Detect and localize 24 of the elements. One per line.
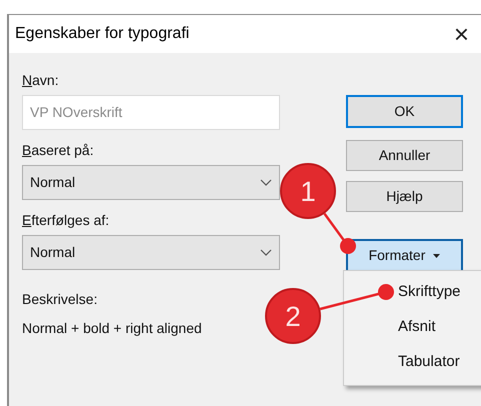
callout-pointer — [323, 212, 356, 254]
caret-icon — [433, 254, 440, 258]
callout-number: 1 — [300, 176, 316, 207]
style-dropdown[interactable]: Normal — [22, 165, 280, 200]
field-label: Efterfølges af: — [22, 211, 110, 229]
field-label: Baseret på: — [22, 141, 95, 159]
callout-badge — [265, 288, 321, 344]
field-label: Navn: — [22, 71, 60, 89]
dialog-button[interactable]: OK — [346, 95, 463, 128]
dialog-button[interactable]: Annuller — [346, 140, 463, 171]
close-button[interactable]: × — [454, 21, 469, 47]
callout-number: 2 — [285, 301, 301, 332]
format-button[interactable]: Formater — [346, 239, 463, 272]
style-dropdown[interactable]: Normal — [22, 235, 280, 270]
description-label: Beskrivelse: — [22, 290, 98, 309]
menu-item[interactable]: Tabulator — [398, 350, 481, 373]
description-text: Normal + bold + right aligned — [22, 319, 203, 338]
callout-badge — [280, 163, 336, 219]
dialog-button[interactable]: Hjælp — [346, 181, 463, 212]
menu-item[interactable]: Afsnit — [398, 315, 481, 338]
chevron-down-icon — [260, 249, 272, 256]
menu-item[interactable]: Skrifttype — [398, 280, 481, 303]
chevron-down-icon — [260, 179, 272, 186]
window-title: Egenskaber for typografi — [15, 24, 190, 44]
